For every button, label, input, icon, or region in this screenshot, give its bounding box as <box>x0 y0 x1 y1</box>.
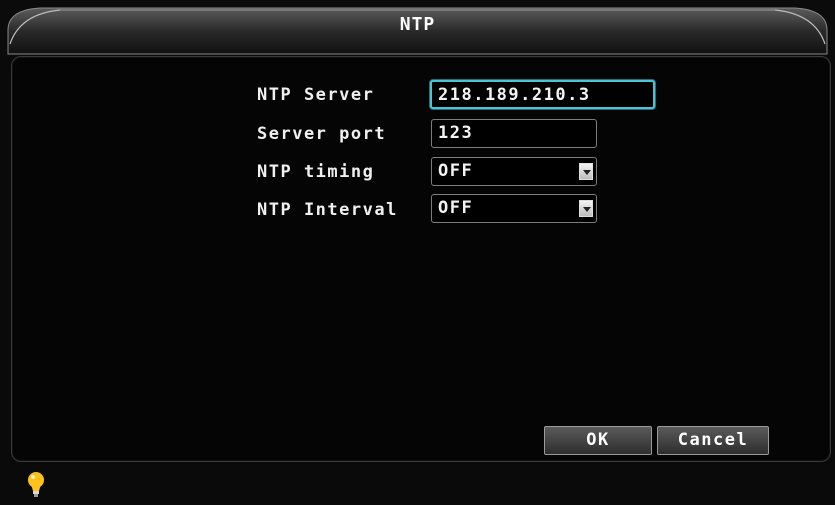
ntp-server-label: NTP Server <box>257 85 375 105</box>
cancel-button[interactable]: Cancel <box>657 426 769 455</box>
chevron-down-icon[interactable] <box>579 163 593 180</box>
ntp-dialog: NTP NTP Server 218.189.210.3 Server port… <box>0 0 835 505</box>
ok-button[interactable]: OK <box>544 426 652 455</box>
ntp-timing-value: OFF <box>438 161 474 181</box>
ntp-server-input[interactable]: 218.189.210.3 <box>430 80 655 109</box>
lightbulb-icon <box>27 471 45 499</box>
chevron-down-icon[interactable] <box>579 200 593 217</box>
ntp-interval-select[interactable]: OFF <box>431 194 597 223</box>
ntp-interval-value: OFF <box>438 198 474 218</box>
ntp-interval-label: NTP Interval <box>257 200 398 220</box>
ntp-timing-label: NTP timing <box>257 162 375 182</box>
dialog-title: NTP <box>399 14 436 35</box>
server-port-input[interactable]: 123 <box>431 119 597 148</box>
title-bar: NTP <box>0 0 835 56</box>
settings-panel <box>11 56 831 462</box>
ntp-timing-select[interactable]: OFF <box>431 157 597 186</box>
server-port-label: Server port <box>257 124 387 144</box>
